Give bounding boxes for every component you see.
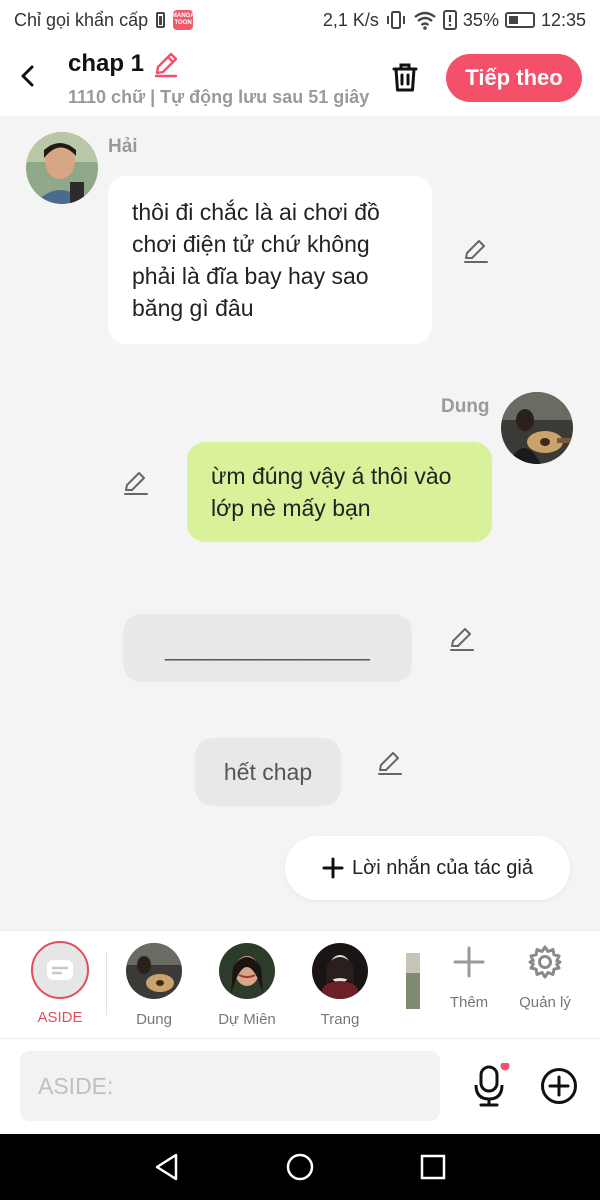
avatar-hai[interactable] [26,132,98,204]
trash-icon[interactable] [388,60,422,94]
message-input[interactable] [20,1051,440,1121]
character-label: Dự Miên [218,1011,276,1028]
back-arrow-icon[interactable] [14,62,42,90]
nav-back-icon[interactable] [152,1152,182,1182]
divider [106,951,107,1015]
wifi-icon [414,11,436,30]
word-count-autosave: 1110 chữ | Tự động lưu sau 51 giây [68,87,370,107]
character-label: ASIDE [37,1009,83,1026]
sender-name: Dung [441,396,490,417]
pencil-icon[interactable] [448,624,476,652]
aside-avatar [31,941,89,999]
sender-name: Hải [108,136,138,157]
avatar [126,943,182,999]
author-note-label: Lời nhắn của tác giả [351,856,533,879]
pencil-icon[interactable] [462,236,490,264]
plus-icon [453,946,485,978]
manage-characters-button[interactable]: Quản lý [505,943,585,1011]
composer-bar [0,1038,600,1134]
editor-header: chap 1 1110 chữ | Tự động lưu sau 51 giâ… [0,40,600,116]
avatar-dung[interactable] [501,392,573,464]
battery-percent: 35% [462,9,499,30]
chat-area: Hải thôi đi chắc là ai chơi đồ chơi điện… [0,116,600,930]
next-button[interactable]: Tiếp theo [446,54,582,102]
chapter-title[interactable]: chap 1 [68,50,144,78]
character-trang[interactable]: Trang [300,943,380,1028]
nav-recents-icon[interactable] [418,1152,448,1182]
battery-saver-icon [156,12,166,28]
avatar [219,943,275,999]
character-label: Trang [320,1011,360,1028]
status-bar: Chỉ gọi khẩn cấp MANGA TOON 2,1 K/s 35% … [0,0,600,40]
message-bubble[interactable]: thôi đi chắc là ai chơi đồ chơi điện tử … [108,176,432,344]
pencil-icon[interactable] [376,748,404,776]
title-row: chap 1 [68,50,180,78]
character-dung[interactable]: Dung [114,943,194,1028]
character-du-mien[interactable]: Dự Miên [207,943,287,1028]
message-bubble[interactable]: ừm đúng vậy á thôi vào lớp nè mấy bạn [187,442,492,542]
battery-icon [504,12,535,28]
alert-icon [442,10,457,30]
net-speed: 2,1 K/s [322,9,379,30]
character-aside[interactable]: ASIDE [20,941,100,1026]
character-strip: ASIDE Dung Dự Miên Trang Thêm Quản lý [0,930,600,1038]
vibrate-icon [386,11,405,29]
carrier-text: Chỉ gọi khẩn cấp [14,9,149,30]
system-nav-bar [0,1134,600,1200]
nav-home-icon[interactable] [285,1152,315,1182]
message-bubble-icon [47,960,73,980]
manage-label: Quản lý [519,994,571,1011]
plus-circle-icon[interactable] [540,1067,578,1105]
add-label: Thêm [449,994,489,1011]
app-notification-icon: MANGA TOON [172,10,195,30]
add-character-button[interactable]: Thêm [429,945,509,1011]
narration-bubble[interactable]: hết chap [195,738,341,806]
author-note-button[interactable]: Lời nhắn của tác giả [285,836,570,900]
narration-bubble[interactable]: ________________ [123,614,412,682]
clock: 12:35 [540,9,586,30]
plus-icon [322,857,344,879]
gear-icon [528,945,562,979]
avatar [312,943,368,999]
character-partial-avatar[interactable] [406,953,420,1009]
microphone-icon[interactable] [470,1063,510,1109]
edit-title-pencil-icon[interactable] [152,50,180,78]
pencil-icon[interactable] [122,468,150,496]
character-label: Dung [136,1011,172,1028]
